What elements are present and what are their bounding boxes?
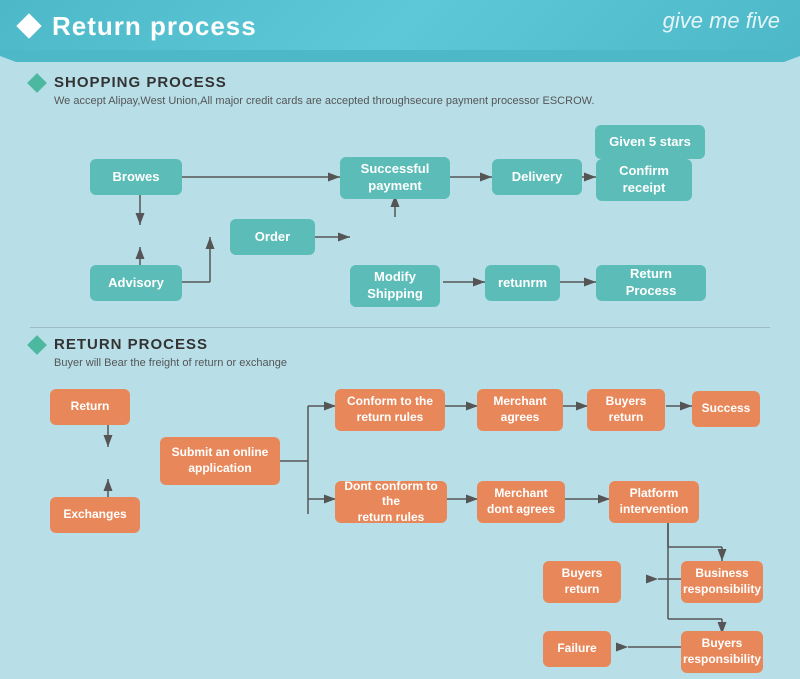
box-modify: ModifyShipping — [350, 265, 440, 307]
header-diamond — [16, 13, 41, 38]
shopping-diamond — [27, 73, 47, 93]
box-failure: Failure — [543, 631, 611, 667]
box-confirm: Confirmreceipt — [596, 159, 692, 201]
return-diamond — [27, 335, 47, 355]
header-logo: give me five — [663, 8, 780, 34]
box-business-resp: Businessresponsibility — [681, 561, 763, 603]
shopping-description: We accept Alipay,West Union,All major cr… — [30, 95, 770, 107]
box-returnm: retunrm — [485, 265, 560, 301]
box-buyers-return1: Buyersreturn — [587, 389, 665, 431]
box-return: Return — [50, 389, 130, 425]
return-description: Buyer will Bear the freight of return or… — [30, 357, 770, 369]
box-given5: Given 5 stars — [595, 125, 705, 159]
shopping-diagram: Given 5 stars Browes Successfulpayment D… — [30, 117, 770, 317]
header-title: Return process — [52, 11, 257, 42]
box-conform: Conform to thereturn rules — [335, 389, 445, 431]
header: Return process give me five — [0, 0, 800, 52]
box-delivery: Delivery — [492, 159, 582, 195]
box-advisory: Advisory — [90, 265, 182, 301]
box-browes: Browes — [90, 159, 182, 195]
box-submit: Submit an onlineapplication — [160, 437, 280, 485]
box-platform: Platformintervention — [609, 481, 699, 523]
shopping-section-header: SHOPPING PROCESS — [30, 74, 770, 91]
return-title: RETURN PROCESS — [54, 336, 208, 353]
box-dont-conform: Dont conform to thereturn rules — [335, 481, 447, 523]
box-successful: Successfulpayment — [340, 157, 450, 199]
box-success: Success — [692, 391, 760, 427]
box-exchanges: Exchanges — [50, 497, 140, 533]
box-buyers-return2: Buyersreturn — [543, 561, 621, 603]
box-merchant-dont: Merchantdont agrees — [477, 481, 565, 523]
box-return-process: Return Process — [596, 265, 706, 301]
box-buyers-resp: Buyersresponsibility — [681, 631, 763, 673]
return-section-header: RETURN PROCESS — [30, 336, 770, 353]
shopping-title: SHOPPING PROCESS — [54, 74, 227, 91]
return-diagram: Return Exchanges Submit an onlineapplica… — [30, 379, 770, 669]
box-order: Order — [230, 219, 315, 255]
box-merchant-agrees: Merchantagrees — [477, 389, 563, 431]
